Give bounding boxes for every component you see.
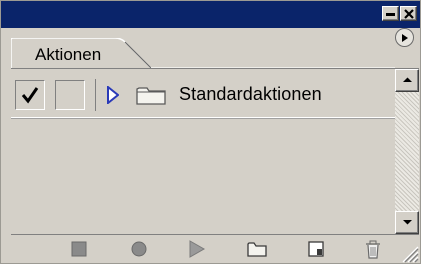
panel-titlebar[interactable] — [1, 1, 420, 28]
list-item[interactable]: Standardaktionen — [11, 73, 395, 118]
tab-aktionen[interactable]: Aktionen — [11, 38, 151, 69]
action-set-label: Standardaktionen — [179, 84, 322, 104]
play-arrow-icon — [402, 34, 408, 42]
minimize-icon[interactable] — [382, 6, 399, 21]
arrow-up-icon — [403, 77, 412, 82]
stop-icon[interactable] — [70, 240, 88, 258]
record-icon[interactable] — [130, 240, 148, 258]
checkmark-icon — [21, 87, 39, 104]
toggle-item-checkbox[interactable] — [15, 80, 45, 110]
play-icon[interactable] — [188, 240, 206, 258]
vertical-scrollbar[interactable] — [395, 69, 419, 234]
arrow-down-icon — [403, 220, 412, 225]
new-action-icon[interactable] — [307, 240, 325, 258]
scroll-up-button[interactable] — [395, 69, 419, 92]
actions-toolbar — [11, 234, 419, 263]
tab-label: Aktionen — [35, 45, 102, 64]
row-divider — [95, 79, 96, 111]
actions-panel: Aktionen Standardaktionen — [0, 0, 421, 264]
expand-triangle-icon[interactable] — [107, 86, 119, 104]
panel-menu-button[interactable] — [395, 28, 414, 47]
actions-list: Standardaktionen — [11, 68, 419, 233]
new-set-icon[interactable] — [247, 240, 267, 258]
toggle-dialog-box[interactable] — [55, 80, 85, 110]
close-icon[interactable] — [400, 6, 417, 21]
folder-icon — [136, 87, 166, 105]
resize-grip-icon[interactable] — [399, 243, 419, 263]
trash-icon[interactable] — [364, 240, 382, 260]
tab-strip: Aktionen — [1, 28, 420, 69]
scroll-down-button[interactable] — [395, 211, 419, 234]
